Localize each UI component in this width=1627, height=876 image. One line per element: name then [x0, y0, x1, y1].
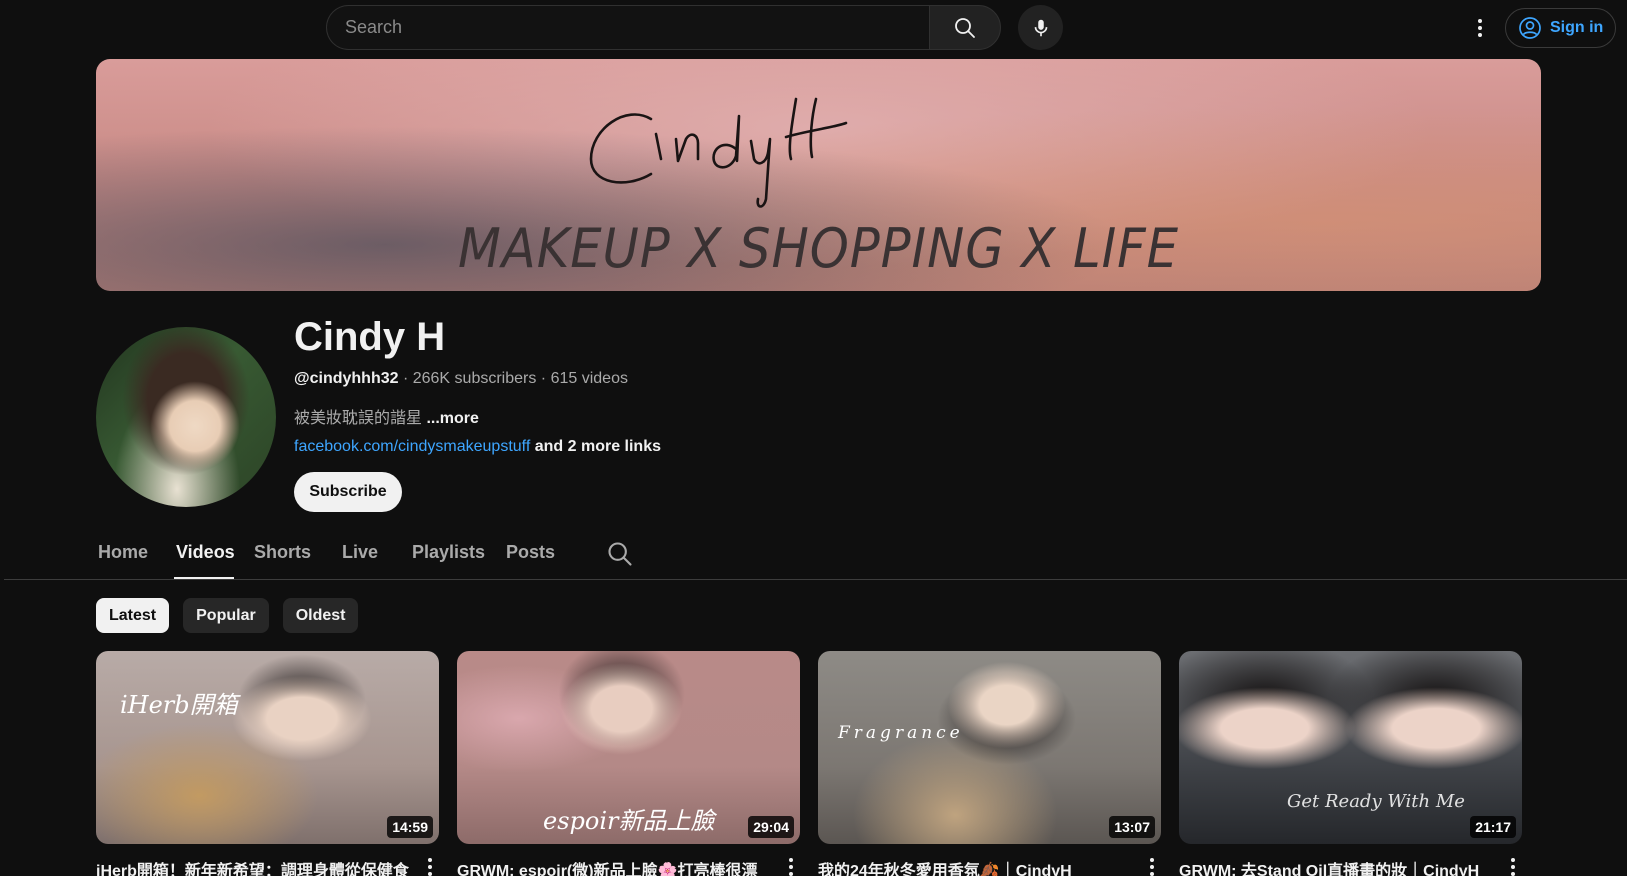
tab-videos[interactable]: Videos	[174, 534, 235, 580]
video-duration: 14:59	[387, 816, 433, 838]
chip-popular[interactable]: Popular	[183, 598, 269, 633]
video-thumbnail[interactable]: Get Ready With Me 21:17	[1179, 651, 1522, 844]
settings-menu-button[interactable]	[1460, 8, 1500, 48]
video-duration: 13:07	[1109, 816, 1155, 838]
description-more-link[interactable]: ...more	[426, 410, 478, 427]
sort-chips: Latest Popular Oldest	[96, 598, 359, 633]
banner-tagline: MAKEUP X SHOPPING X LIFE	[458, 217, 1179, 280]
meta-separator: ·	[536, 370, 551, 387]
top-bar: Sign in	[0, 0, 1627, 56]
tab-live[interactable]: Live	[340, 534, 388, 580]
video-menu-icon[interactable]	[1505, 855, 1521, 876]
channel-search-icon[interactable]	[606, 540, 634, 568]
video-count: 615 videos	[550, 370, 628, 387]
subscriber-count: 266K subscribers	[412, 370, 537, 387]
thumbnail-overlay-text: Get Ready With Me	[1287, 791, 1465, 812]
search-input[interactable]	[326, 5, 929, 50]
video-thumbnail[interactable]: Fragrance 13:07	[818, 651, 1161, 844]
video-menu-icon[interactable]	[422, 855, 438, 876]
search-button[interactable]	[929, 5, 1001, 50]
search-box	[326, 5, 1001, 50]
video-duration: 29:04	[748, 816, 794, 838]
channel-avatar	[96, 327, 276, 507]
video-thumbnail[interactable]: espoir新品上臉 29:04	[457, 651, 800, 844]
channel-meta: @cindyhhh32 · 266K subscribers · 615 vid…	[294, 370, 628, 388]
channel-name: Cindy H	[294, 315, 446, 359]
channel-handle: @cindyhhh32	[294, 370, 399, 387]
sign-in-label: Sign in	[1550, 19, 1604, 36]
video-title[interactable]: iHerb開箱！新年新希望：調理身體從保健食	[96, 857, 416, 876]
account-circle-icon	[1519, 17, 1541, 39]
description-text: 被美妝耽誤的諧星	[294, 410, 423, 427]
more-vertical-icon	[1478, 19, 1482, 37]
channel-description: 被美妝耽誤的諧星 ...more	[294, 404, 479, 428]
video-menu-icon[interactable]	[783, 855, 799, 876]
thumbnail-overlay-text: iHerb開箱	[120, 691, 238, 719]
tab-playlists[interactable]: Playlists	[410, 534, 494, 580]
chip-latest[interactable]: Latest	[96, 598, 170, 633]
tab-posts[interactable]: Posts	[504, 534, 564, 580]
channel-banner: MAKEUP X SHOPPING X LIFE	[96, 59, 1541, 291]
video-title[interactable]: GRWM: 去Stand Oil直播畫的妝｜CindyH	[1179, 857, 1499, 876]
more-links-button[interactable]: and 2 more links	[535, 438, 661, 455]
search-icon	[955, 17, 975, 38]
channel-tabs: Home Videos Shorts Live Playlists Posts	[96, 534, 564, 580]
facebook-link[interactable]: facebook.com/cindysmakeupstuff	[294, 438, 530, 455]
subscribe-button[interactable]: Subscribe	[294, 472, 402, 512]
tab-divider	[4, 579, 1627, 580]
voice-search-button[interactable]	[1018, 5, 1063, 50]
video-title[interactable]: GRWM: espoir(微)新品上臉🌸打亮棒很漂	[457, 857, 777, 876]
tab-shorts[interactable]: Shorts	[252, 534, 312, 580]
video-title[interactable]: 我的24年秋冬愛用香氛🍂｜CindyH	[818, 857, 1138, 876]
video-menu-icon[interactable]	[1144, 855, 1160, 876]
microphone-icon	[1034, 19, 1047, 36]
sign-in-button[interactable]: Sign in	[1505, 8, 1616, 48]
meta-separator: ·	[398, 370, 413, 387]
thumbnail-overlay-text: espoir新品上臉	[543, 807, 715, 835]
chip-oldest[interactable]: Oldest	[282, 598, 359, 633]
video-duration: 21:17	[1470, 816, 1516, 838]
tab-home[interactable]: Home	[96, 534, 174, 580]
video-thumbnail[interactable]: iHerb開箱 14:59	[96, 651, 439, 844]
thumbnail-overlay-text: Fragrance	[838, 723, 964, 743]
channel-links: facebook.com/cindysmakeupstuff and 2 mor…	[294, 438, 661, 456]
